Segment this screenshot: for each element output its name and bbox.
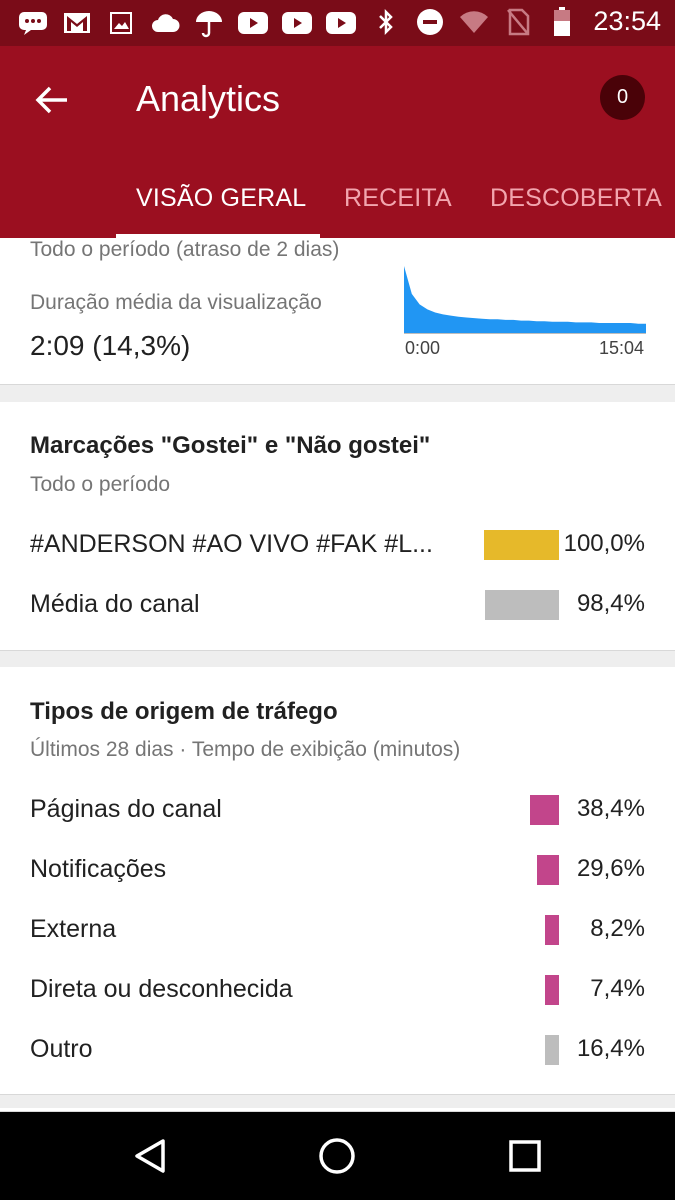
row-bar <box>545 915 559 945</box>
row-value: 8,2% <box>590 915 645 942</box>
tab-bar: VISÃO GERAL RECEITA DESCOBERTA <box>0 166 675 238</box>
tab-overview[interactable]: VISÃO GERAL <box>136 184 306 213</box>
no-sim-icon <box>503 7 533 37</box>
nav-home-button[interactable] <box>315 1134 359 1178</box>
row-label: Direta ou desconhecida <box>30 975 293 1003</box>
row-value: 7,4% <box>590 975 645 1002</box>
youtube-icon <box>326 8 356 38</box>
row-value: 38,4% <box>576 795 645 822</box>
row-label: Outro <box>30 1035 93 1063</box>
row-bar <box>530 795 559 825</box>
notification-icons <box>18 8 356 38</box>
row-label: Notificações <box>30 855 167 883</box>
row-value: 98,4% <box>576 590 645 617</box>
chat-icon <box>18 8 48 38</box>
youtube-icon <box>282 8 312 38</box>
clock: 23:54 <box>593 6 661 36</box>
arrow-back-icon <box>35 86 67 114</box>
app-bar: Analytics 0 VISÃO GERAL RECEITA DESCOBER… <box>0 46 675 238</box>
tab-discovery[interactable]: DESCOBERTA <box>490 184 662 213</box>
recents-nav-icon <box>509 1140 541 1172</box>
do-not-disturb-icon <box>415 7 445 37</box>
likes-row-video: #ANDERSON #AO VIVO #FAK #L... 100,0% <box>30 524 645 564</box>
row-value: 100,0% <box>563 530 645 557</box>
traffic-card-subtitle: Últimos 28 dias · Tempo de exibição (min… <box>30 738 461 761</box>
system-icons: 23:54 <box>371 6 661 37</box>
row-label: #ANDERSON #AO VIVO #FAK #L... <box>30 530 433 558</box>
sparkline-x-end: 15:04 <box>599 338 645 358</box>
traffic-sources-card[interactable]: Tipos de origem de tráfego Últimos 28 di… <box>0 667 675 1095</box>
retention-metric-label: Duração média da visualização <box>30 291 322 314</box>
row-bar <box>545 1035 559 1065</box>
traffic-row-channel-pages: Páginas do canal 38,4% <box>30 789 645 829</box>
likes-card-subtitle: Todo o período <box>30 473 171 496</box>
wifi-icon <box>459 7 489 37</box>
traffic-row-direct: Direta ou desconhecida 7,4% <box>30 969 645 1009</box>
row-label: Páginas do canal <box>30 795 222 823</box>
home-nav-icon <box>319 1138 355 1174</box>
nav-back-button[interactable] <box>128 1134 172 1178</box>
retention-card[interactable]: Todo o período (atraso de 2 dias) Duraçã… <box>0 238 675 385</box>
row-value: 16,4% <box>576 1035 645 1062</box>
sparkline-x-start: 0:00 <box>405 338 441 358</box>
row-bar <box>537 855 559 885</box>
traffic-card-title: Tipos de origem de tráfego <box>30 698 338 725</box>
row-bar <box>545 975 559 1005</box>
traffic-row-external: Externa 8,2% <box>30 909 645 949</box>
back-button[interactable] <box>28 76 76 124</box>
retention-metric-value: 2:09 (14,3%) <box>30 330 191 361</box>
likes-row-channel-average: Média do canal 98,4% <box>30 584 645 624</box>
retention-sparkline <box>404 266 646 334</box>
likes-card-title: Marcações "Gostei" e "Não gostei" <box>30 432 431 459</box>
image-icon <box>106 8 136 38</box>
umbrella-icon <box>194 8 224 38</box>
traffic-row-notifications: Notificações 29,6% <box>30 849 645 889</box>
row-bar <box>485 590 559 620</box>
notification-badge[interactable]: 0 <box>600 75 645 120</box>
gmail-icon <box>62 8 92 38</box>
tab-revenue[interactable]: RECEITA <box>344 184 452 213</box>
system-nav-bar <box>0 1112 675 1200</box>
row-label: Externa <box>30 915 117 943</box>
sparkline-area <box>404 266 646 334</box>
retention-period: Todo o período (atraso de 2 dias) <box>30 238 340 261</box>
likes-card[interactable]: Marcações "Gostei" e "Não gostei" Todo o… <box>0 402 675 651</box>
nav-recents-button[interactable] <box>503 1134 547 1178</box>
cloud-icon <box>150 8 180 38</box>
status-bar: 23:54 <box>0 0 675 46</box>
row-label: Média do canal <box>30 590 200 618</box>
page-title: Analytics <box>136 78 281 119</box>
back-nav-icon <box>135 1139 165 1173</box>
bluetooth-icon <box>371 7 401 37</box>
row-bar <box>484 530 559 560</box>
battery-icon <box>547 6 577 37</box>
row-value: 29,6% <box>576 855 645 882</box>
youtube-icon <box>238 8 268 38</box>
traffic-row-other: Outro 16,4% <box>30 1029 645 1069</box>
